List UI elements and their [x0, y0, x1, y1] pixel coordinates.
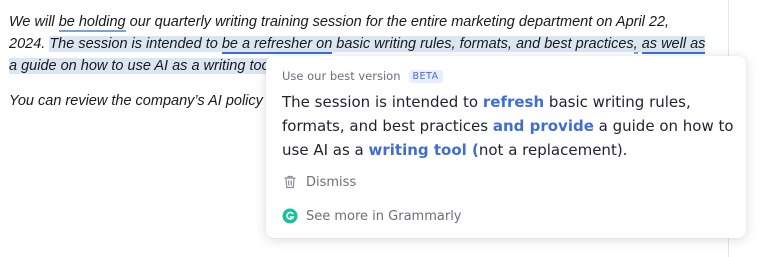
beta-badge: BETA: [408, 69, 443, 83]
grammarly-logo-icon: [282, 208, 298, 224]
flagged-phrase-be-a-refresher-on[interactable]: be a refresher on: [221, 36, 333, 54]
see-more-label: See more in Grammarly: [306, 208, 462, 224]
suggested-change: writing tool (: [368, 141, 479, 159]
suggestion-text: not a replacement).: [478, 141, 628, 159]
dismiss-label: Dismiss: [306, 174, 357, 190]
suggestion-header-label: Use our best version: [282, 69, 401, 83]
suggestion-header: Use our best version BETA: [282, 69, 443, 83]
flagged-phrase-as-well-as[interactable]: as well as: [641, 36, 706, 54]
text-run: basic writing rules, formats, and best p…: [332, 36, 634, 52]
rewrite-suggestion[interactable]: The session is intended to refresh basic…: [282, 90, 734, 162]
text-run: We will: [9, 14, 59, 30]
grammarly-suggestion-card: Use our best version BETA The session is…: [266, 56, 746, 238]
text-run: The session is intended to: [49, 36, 222, 52]
suggestion-text: The session is intended to: [282, 93, 483, 111]
suggested-change: refresh: [482, 93, 545, 111]
see-more-in-grammarly-link[interactable]: See more in Grammarly: [282, 208, 462, 224]
flagged-phrase-be-holding[interactable]: be holding: [58, 14, 126, 32]
dismiss-button[interactable]: Dismiss: [282, 174, 356, 190]
suggested-change: and provide: [492, 117, 594, 135]
trash-icon: [282, 174, 298, 190]
